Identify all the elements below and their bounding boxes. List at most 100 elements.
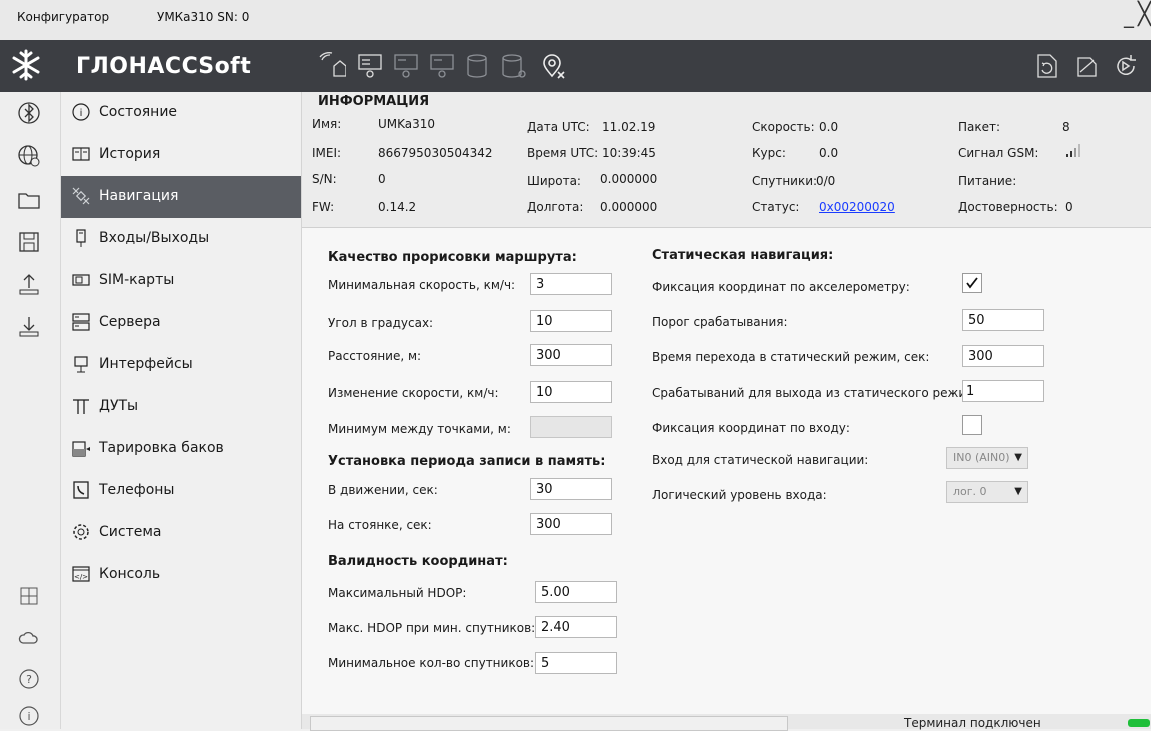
nav-item-sim[interactable]: SIM-карты — [61, 260, 301, 302]
route-quality-title: Качество прорисовки маршрута: — [328, 250, 577, 265]
window-titlebar: Конфигуратор УМКа310 SN: 0 _ ╳ — [0, 0, 1151, 40]
packet-value: 8 — [1062, 120, 1070, 134]
chevron-down-icon: ▼ — [1014, 452, 1022, 463]
globe-settings-icon[interactable] — [17, 144, 41, 168]
reboot-icon[interactable] — [1112, 52, 1140, 80]
hdop-min-sats-input[interactable] — [535, 616, 617, 638]
sn-value: 0 — [378, 172, 386, 186]
moving-period-input[interactable] — [530, 478, 612, 500]
max-hdop-label: Максимальный HDOP: — [328, 586, 467, 600]
device-config-icon[interactable] — [356, 52, 384, 80]
app-header: ГЛОНАССSoft — [0, 40, 1151, 92]
close-button[interactable]: ╳ — [1138, 2, 1151, 27]
input-fix-checkbox[interactable] — [962, 415, 982, 435]
name-value: UMKa310 — [378, 117, 436, 131]
nav-item-system[interactable]: Система — [61, 512, 301, 554]
min-speed-input[interactable] — [530, 273, 612, 295]
accel-fix-checkbox[interactable] — [962, 273, 982, 293]
exit-triggers-label: Срабатываний для выхода из статического … — [652, 386, 987, 400]
download-icon[interactable] — [17, 314, 41, 338]
max-hdop-input[interactable] — [535, 581, 617, 603]
nav-label: Навигация — [99, 188, 179, 204]
device-config-disabled-icon[interactable] — [428, 52, 456, 80]
save-icon[interactable] — [17, 230, 41, 254]
database-icon[interactable] — [465, 52, 493, 80]
min-sats-input[interactable] — [535, 652, 617, 674]
nav-label: Входы/Выходы — [99, 230, 210, 246]
info-title: ИНФОРМАЦИЯ — [318, 94, 430, 109]
moving-period-label: В движении, сек: — [328, 483, 438, 497]
info-panel: ИНФОРМАЦИЯ Имя: UMKa310 IMEI: 8667950305… — [302, 92, 1151, 228]
location-off-icon[interactable] — [540, 52, 568, 80]
power-label: Питание: — [958, 174, 1017, 188]
grid-icon[interactable] — [17, 584, 41, 608]
info-circle-icon: i — [72, 103, 90, 121]
cloud-sync-icon[interactable] — [17, 626, 41, 650]
nav-item-navigation[interactable]: Навигация — [61, 176, 301, 218]
app-title: Конфигуратор — [17, 10, 110, 24]
connection-status: Терминал подключен — [904, 716, 1041, 730]
read-config-icon[interactable] — [318, 52, 346, 80]
speed-value: 0.0 — [819, 120, 839, 134]
angle-label: Угол в градусах: — [328, 316, 434, 330]
nav-label: Тарировка баков — [99, 440, 224, 456]
record-period-title: Установка периода записи в память: — [328, 454, 606, 469]
nav-item-history[interactable]: История — [61, 134, 301, 176]
nav-menu: i Состояние История Навигация Входы/Выхо… — [61, 92, 302, 729]
status-link[interactable]: 0x00200020 — [819, 200, 895, 214]
parking-period-label: На стоянке, сек: — [328, 518, 432, 532]
static-input-label: Вход для статической навигации: — [652, 453, 869, 467]
nav-item-console[interactable]: </> Консоль — [61, 554, 301, 596]
nav-item-phones[interactable]: Телефоны — [61, 470, 301, 512]
server-icon — [72, 313, 90, 331]
nav-label: Система — [99, 524, 162, 540]
packet-label: Пакет: — [958, 120, 1001, 134]
speed-change-input[interactable] — [530, 381, 612, 403]
about-icon[interactable]: i — [17, 704, 41, 728]
lat-label: Широта: — [527, 174, 581, 188]
sn-label: S/N: — [312, 172, 337, 186]
device-config-disabled-icon[interactable] — [392, 52, 420, 80]
connector-icon — [74, 356, 88, 373]
hdop-min-sats-label: Макс. HDOP при мин. спутников: — [328, 621, 536, 635]
help-icon[interactable]: ? — [17, 667, 41, 691]
min-speed-label: Минимальная скорость, км/ч: — [328, 278, 516, 292]
file-restore-icon[interactable] — [1032, 52, 1060, 80]
database-settings-icon[interactable] — [500, 52, 528, 80]
date-label: Дата UTC: — [527, 120, 590, 134]
transition-time-label: Время перехода в статический режим, сек: — [652, 350, 930, 364]
minimize-button[interactable]: _ — [1124, 4, 1134, 28]
distance-input[interactable] — [530, 344, 612, 366]
svg-text:i: i — [27, 710, 30, 723]
snowflake-logo-icon — [12, 49, 40, 81]
logic-level-label: Логический уровень входа: — [652, 488, 827, 502]
transition-time-input[interactable] — [962, 345, 1044, 367]
firmware-update-icon[interactable] — [1072, 52, 1100, 80]
time-label: Время UTC: — [527, 146, 599, 160]
parking-period-input[interactable] — [530, 513, 612, 535]
imei-value: 866795030504342 — [378, 146, 493, 160]
status-bar: Терминал подключен — [302, 714, 1151, 731]
bluetooth-icon[interactable] — [17, 101, 41, 125]
phone-icon — [73, 481, 89, 499]
nav-item-status[interactable]: i Состояние — [61, 92, 301, 134]
left-icon-strip: ? i — [0, 92, 61, 729]
nav-item-fuel-sensors[interactable]: ДУТы — [61, 386, 301, 428]
static-input-select: IN0 (AIN0) ▼ — [946, 447, 1028, 469]
lon-label: Долгота: — [527, 200, 584, 214]
gear-icon — [73, 524, 89, 540]
fw-value: 0.14.2 — [378, 200, 417, 214]
nav-item-servers[interactable]: Сервера — [61, 302, 301, 344]
angle-input[interactable] — [530, 310, 612, 332]
input-fix-label: Фиксация координат по входу: — [652, 421, 850, 435]
nav-label: Консоль — [99, 566, 161, 582]
nav-item-interfaces[interactable]: Интерфейсы — [61, 344, 301, 386]
brand-logo-text: ГЛОНАССSoft — [76, 54, 252, 79]
upload-icon[interactable] — [17, 272, 41, 296]
threshold-input[interactable] — [962, 309, 1044, 331]
nav-item-tank-calibration[interactable]: Тарировка баков — [61, 428, 301, 470]
exit-triggers-input[interactable] — [962, 380, 1044, 402]
date-value: 11.02.19 — [602, 120, 656, 134]
open-folder-icon[interactable] — [17, 188, 41, 212]
nav-item-io[interactable]: Входы/Выходы — [61, 218, 301, 260]
